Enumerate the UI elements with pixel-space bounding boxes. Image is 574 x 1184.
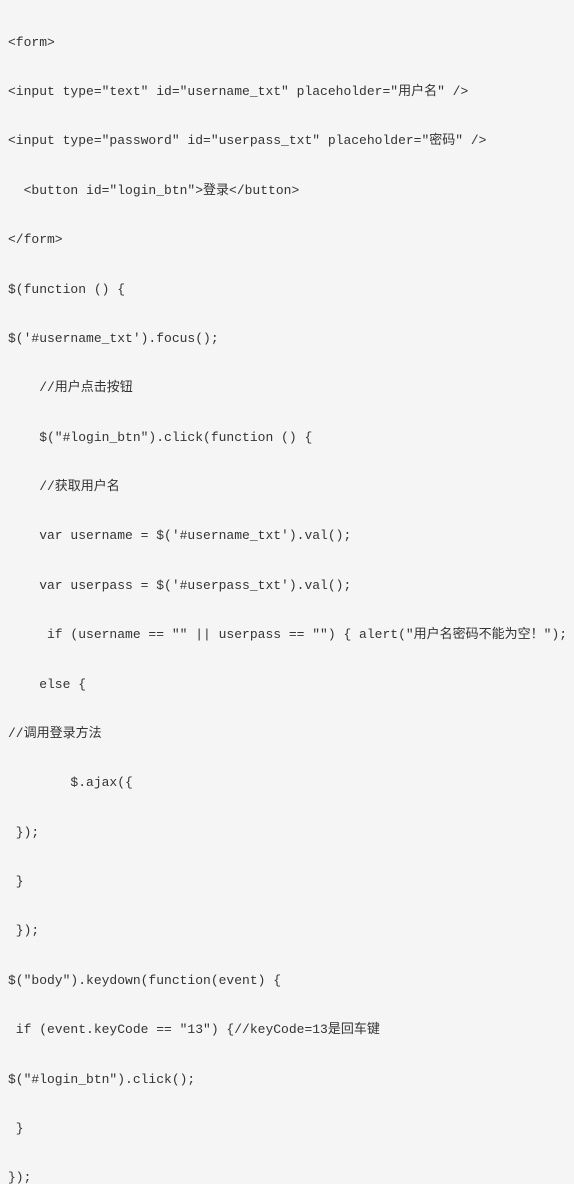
code-line: <input type="password" id="userpass_txt"… — [8, 129, 566, 154]
code-line: $("body").keydown(function(event) { — [8, 969, 566, 994]
code-line: }); — [8, 821, 566, 846]
code-line: } — [8, 1117, 566, 1142]
code-line: //用户点击按钮 — [8, 376, 566, 401]
code-line: else { — [8, 673, 566, 698]
code-line: //获取用户名 — [8, 475, 566, 500]
code-block: <form> <input type="text" id="username_t… — [8, 6, 566, 1184]
code-line: }); — [8, 1166, 566, 1184]
code-line: <button id="login_btn">登录</button> — [8, 179, 566, 204]
code-line: if (event.keyCode == "13") {//keyCode=13… — [8, 1018, 566, 1043]
code-line: <input type="text" id="username_txt" pla… — [8, 80, 566, 105]
code-line: }); — [8, 919, 566, 944]
code-line: </form> — [8, 228, 566, 253]
code-line: $.ajax({ — [8, 771, 566, 796]
code-line: } — [8, 870, 566, 895]
code-line: var userpass = $('#userpass_txt').val(); — [8, 574, 566, 599]
code-line: //调用登录方法 — [8, 722, 566, 747]
code-line: <form> — [8, 31, 566, 56]
code-line: if (username == "" || userpass == "") { … — [8, 623, 566, 648]
code-line: $(function () { — [8, 278, 566, 303]
code-line: $("#login_btn").click(function () { — [8, 426, 566, 451]
code-line: $("#login_btn").click(); — [8, 1068, 566, 1093]
code-line: var username = $('#username_txt').val(); — [8, 524, 566, 549]
code-line: $('#username_txt').focus(); — [8, 327, 566, 352]
